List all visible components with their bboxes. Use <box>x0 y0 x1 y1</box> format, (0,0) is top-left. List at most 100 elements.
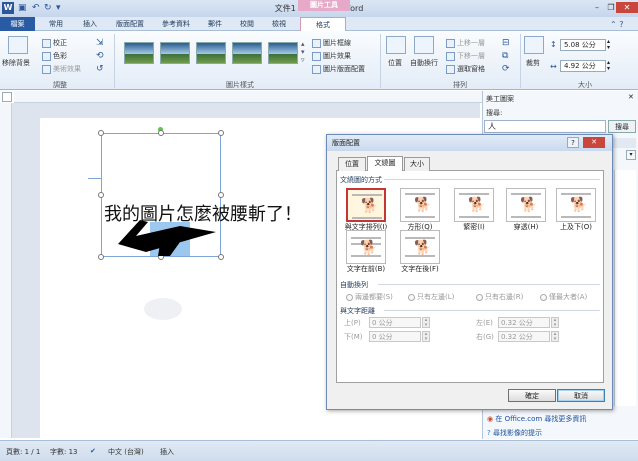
remove-background-label[interactable]: 移除背景 <box>2 58 30 68</box>
distance-left-input[interactable]: 0.32 公分 <box>498 317 550 328</box>
picture-effects-label: 圖片效果 <box>323 52 351 60</box>
wrap-option-tight[interactable]: 🐕 <box>454 188 494 222</box>
wrap-option-in-front-of-text[interactable]: 🐕 <box>400 230 440 264</box>
dialog-tab-position[interactable]: 位置 <box>338 157 366 171</box>
task-pane-close-icon[interactable]: ✕ <box>628 93 634 101</box>
tab-references[interactable]: 參考資料 <box>154 17 198 31</box>
document-text[interactable]: 我的圖片怎麼被腰斬了！ <box>104 200 302 226</box>
dialog-tab-text-wrapping[interactable]: 文繞圖 <box>367 156 403 171</box>
cancel-button[interactable]: 取消 <box>557 389 605 402</box>
wrap-option-behind-text[interactable]: 🐕 <box>346 230 386 264</box>
close-button[interactable]: ✕ <box>616 2 638 13</box>
distance-bottom-spinner[interactable]: ▴ ▾ <box>422 331 430 342</box>
resize-handle[interactable] <box>98 130 104 136</box>
tab-page-layout[interactable]: 版面配置 <box>108 17 152 31</box>
page-count[interactable]: 頁數: 1 / 1 <box>6 447 40 457</box>
dialog-tab-size[interactable]: 大小 <box>404 157 430 171</box>
resize-handle[interactable] <box>158 130 164 136</box>
group-icon[interactable]: ⧉ <box>502 51 508 61</box>
picture-style-thumb[interactable] <box>232 42 262 64</box>
distance-top-input[interactable]: 0 公分 <box>369 317 421 328</box>
insert-mode-indicator[interactable]: 插入 <box>160 447 174 457</box>
dropdown-icon[interactable]: ▾ <box>626 150 636 160</box>
bring-forward-button[interactable]: 上移一層 <box>446 38 485 48</box>
gallery-more-icon[interactable]: ▴ ▾ ▿ <box>301 40 305 64</box>
wrap-text-icon[interactable] <box>414 36 434 54</box>
distance-left-spinner[interactable]: ▴ ▾ <box>551 317 559 328</box>
tab-file[interactable]: 檔案 <box>0 17 35 31</box>
minimize-button[interactable]: – <box>590 2 604 13</box>
resize-handle[interactable] <box>218 130 224 136</box>
picture-border-button[interactable]: 圖片框線 <box>312 38 351 48</box>
dog-icon: 🐕 <box>520 197 538 213</box>
dog-icon: 🐕 <box>414 240 432 256</box>
tab-mailings[interactable]: 郵件 <box>200 17 230 31</box>
tab-selector-icon[interactable] <box>2 92 12 102</box>
clip-art-search-button[interactable]: 搜尋 <box>608 120 636 133</box>
wrap-option-inline[interactable]: 🐕 <box>346 188 386 222</box>
height-icon: ↕ <box>550 40 557 49</box>
word-count[interactable]: 字數: 13 <box>50 447 78 457</box>
tab-home[interactable]: 常用 <box>40 17 72 31</box>
compress-pictures-icon[interactable]: ⇲ <box>96 38 104 48</box>
reset-picture-icon[interactable]: ↺ <box>96 64 104 74</box>
wrap-option-square[interactable]: 🐕 <box>400 188 440 222</box>
wrap-option-through[interactable]: 🐕 <box>506 188 546 222</box>
tab-insert[interactable]: 插入 <box>74 17 106 31</box>
picture-layout-button[interactable]: 圖片版面配置 <box>312 64 365 74</box>
selection-pane-button[interactable]: 選取窗格 <box>446 64 485 74</box>
horizontal-ruler[interactable] <box>14 91 484 103</box>
crop-label[interactable]: 裁剪 <box>526 58 540 68</box>
correct-button[interactable]: 校正 <box>42 38 67 48</box>
wrap-option-top-bottom[interactable]: 🐕 <box>556 188 596 222</box>
picture-style-thumb[interactable] <box>268 42 298 64</box>
dialog-help-button[interactable]: ? <box>567 137 579 148</box>
radio-label: 只有左邊(L) <box>417 293 455 301</box>
distance-right-label: 右(G) <box>476 333 494 341</box>
rotate-icon[interactable]: ⟳ <box>502 64 510 74</box>
crop-icon[interactable] <box>524 36 544 54</box>
office-link[interactable]: ◉ 在 Office.com 尋找更多資訊 <box>487 414 586 424</box>
language-indicator[interactable]: 中文 (台灣) <box>108 447 144 457</box>
tab-format[interactable]: 格式 <box>300 17 346 31</box>
resize-handle[interactable] <box>98 254 104 260</box>
width-spinner-icon[interactable]: ▴ ▾ <box>607 60 610 72</box>
distance-right-input[interactable]: 0.32 公分 <box>498 331 550 342</box>
tab-view[interactable]: 檢視 <box>264 17 294 31</box>
height-input[interactable]: 5.08 公分 <box>560 39 606 51</box>
artistic-effects-button[interactable]: 美術效果 <box>42 64 81 74</box>
picture-effects-button[interactable]: 圖片效果 <box>312 51 351 61</box>
color-button[interactable]: 色彩 <box>42 51 67 61</box>
wrap-left-only-radio[interactable]: 只有左邊(L) <box>408 292 454 302</box>
dialog-close-button[interactable]: ✕ <box>583 137 605 148</box>
text-line <box>352 194 382 196</box>
distance-top-spinner[interactable]: ▴ ▾ <box>422 317 430 328</box>
position-label[interactable]: 位置 <box>388 58 402 68</box>
align-icon[interactable]: ⊟ <box>502 38 510 48</box>
wrap-right-only-radio[interactable]: 只有右邊(R) <box>476 292 523 302</box>
picture-style-thumb[interactable] <box>196 42 226 64</box>
send-backward-button[interactable]: 下移一層 <box>446 51 485 61</box>
tab-review[interactable]: 校閱 <box>232 17 262 31</box>
wrap-text-label[interactable]: 自動換行 <box>410 58 438 68</box>
vertical-ruler[interactable] <box>0 103 12 438</box>
help-icon[interactable]: ⌃ ? <box>610 20 624 29</box>
change-picture-icon[interactable]: ⟲ <box>96 51 104 61</box>
distance-right-spinner[interactable]: ▴ ▾ <box>551 331 559 342</box>
resize-handle[interactable] <box>98 192 104 198</box>
ok-button[interactable]: 確定 <box>508 389 556 402</box>
wrap-both-sides-radio[interactable]: 兩邊都要(S) <box>346 292 393 302</box>
resize-handle[interactable] <box>218 192 224 198</box>
clip-art-search-input[interactable]: 人 <box>484 120 606 133</box>
height-spinner-icon[interactable]: ▴ ▾ <box>607 39 610 51</box>
proofing-icon[interactable]: ✔ <box>90 447 96 455</box>
tips-link[interactable]: ? 尋找影像的提示 <box>487 428 542 438</box>
text-line <box>459 216 489 218</box>
position-icon[interactable] <box>386 36 406 54</box>
remove-background-icon[interactable] <box>8 36 28 54</box>
wrap-largest-only-radio[interactable]: 僅最大者(A) <box>540 292 587 302</box>
picture-style-thumb[interactable] <box>124 42 154 64</box>
picture-style-thumb[interactable] <box>160 42 190 64</box>
distance-bottom-input[interactable]: 0 公分 <box>369 331 421 342</box>
width-input[interactable]: 4.92 公分 <box>560 60 606 72</box>
